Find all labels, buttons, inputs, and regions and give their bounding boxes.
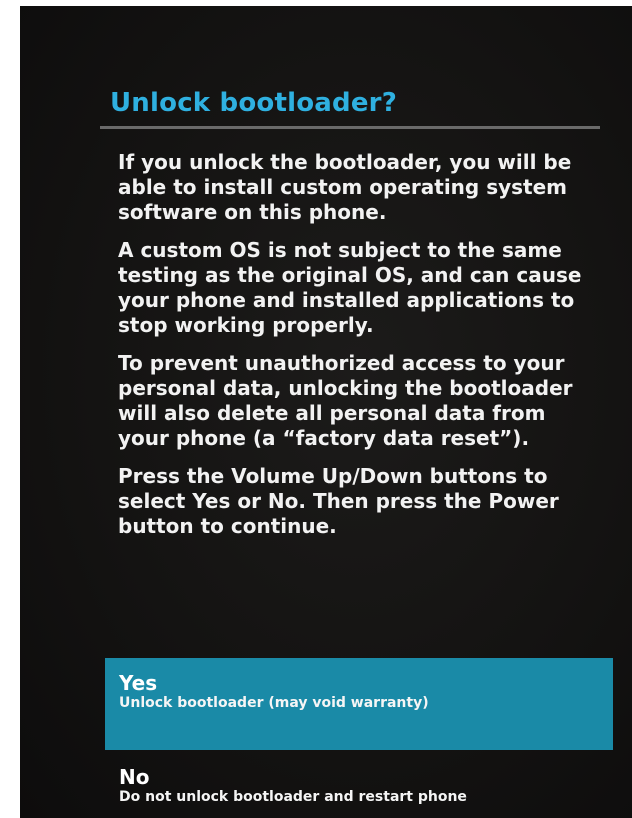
- paragraph-custom-os-warning: A custom OS is not subject to the same t…: [118, 238, 582, 337]
- option-yes[interactable]: Yes Unlock bootloader (may void warranty…: [105, 658, 613, 750]
- bootloader-unlock-screen: Unlock bootloader? If you unlock the boo…: [100, 72, 620, 818]
- paragraph-instructions: Press the Volume Up/Down buttons to sele…: [118, 464, 559, 538]
- dialog-body: If you unlock the bootloader, you will b…: [118, 150, 598, 552]
- option-yes-label: Yes: [119, 671, 158, 695]
- option-no[interactable]: No Do not unlock bootloader and restart …: [105, 766, 613, 818]
- dialog-title: Unlock bootloader?: [110, 88, 397, 118]
- option-yes-description: Unlock bootloader (may void warranty): [119, 695, 429, 711]
- title-divider: [100, 126, 600, 129]
- photo-frame: Unlock bootloader? If you unlock the boo…: [20, 6, 632, 818]
- option-no-label: No: [119, 765, 150, 789]
- paragraph-unlock-info: If you unlock the bootloader, you will b…: [118, 150, 572, 224]
- paragraph-data-wipe-warning: To prevent unauthorized access to your p…: [118, 351, 573, 450]
- option-no-description: Do not unlock bootloader and restart pho…: [119, 789, 467, 805]
